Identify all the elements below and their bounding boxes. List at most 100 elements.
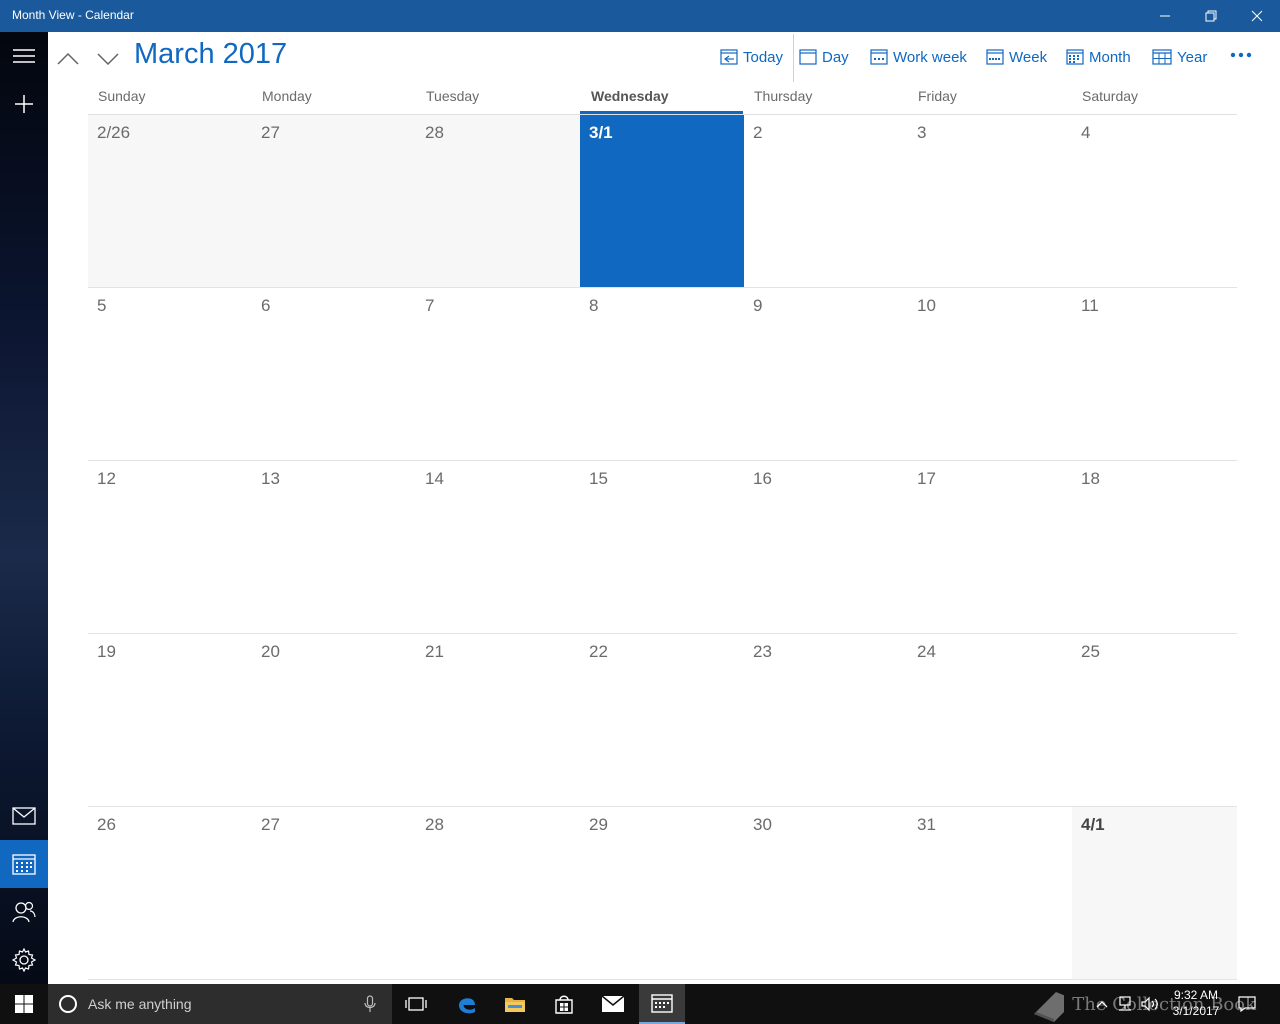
show-hidden-icons-button[interactable] [1092, 984, 1112, 1024]
people-button[interactable] [0, 888, 48, 936]
day-cell[interactable]: 30 [744, 807, 908, 979]
day-cell[interactable]: 9 [744, 288, 908, 460]
day-cell[interactable]: 5 [88, 288, 252, 460]
day-cell[interactable]: 28 [416, 115, 580, 287]
day-cell[interactable]: 2 [744, 115, 908, 287]
day-cell[interactable]: 22 [580, 634, 744, 806]
day-number: 30 [753, 815, 772, 834]
day-number: 21 [425, 642, 444, 661]
day-cell[interactable]: 4/1 [1072, 807, 1237, 979]
year-view-label: Year [1177, 48, 1208, 66]
hamburger-menu-button[interactable] [0, 32, 48, 80]
day-cell[interactable]: 27 [252, 807, 416, 979]
day-cell[interactable]: 31 [908, 807, 1072, 979]
day-cell-today[interactable]: 3/1 [580, 115, 744, 287]
day-cell[interactable]: 8 [580, 288, 744, 460]
day-view-button[interactable]: Day [799, 44, 849, 70]
year-view-button[interactable]: Year [1152, 44, 1207, 70]
day-cell[interactable]: 6 [252, 288, 416, 460]
minimize-button[interactable] [1142, 0, 1188, 32]
network-button[interactable] [1114, 984, 1136, 1024]
work-week-label: Work week [893, 48, 967, 66]
volume-button[interactable] [1138, 984, 1162, 1024]
start-button[interactable] [0, 984, 48, 1024]
new-event-button[interactable] [0, 80, 48, 128]
day-view-label: Day [822, 48, 849, 66]
month-title[interactable]: March 2017 [134, 38, 287, 71]
file-explorer-button[interactable] [492, 984, 538, 1024]
calendar-app-button[interactable] [639, 984, 685, 1024]
more-options-button[interactable] [1228, 44, 1254, 66]
day-cell[interactable]: 27 [252, 115, 416, 287]
day-cell[interactable]: 2/26 [88, 115, 252, 287]
calendar-button[interactable] [0, 840, 48, 888]
week-view-button[interactable]: Week [986, 44, 1047, 70]
month-view-icon [1066, 49, 1084, 65]
day-number: 3 [917, 123, 927, 142]
notification-icon [1238, 996, 1256, 1012]
minimize-icon [1160, 15, 1170, 17]
hamburger-icon [13, 49, 35, 63]
day-cell[interactable]: 15 [580, 461, 744, 633]
today-button[interactable]: Today [720, 44, 783, 70]
calendar-app-icon [651, 994, 673, 1013]
store-button[interactable] [541, 984, 587, 1024]
mail-app-button[interactable] [590, 984, 636, 1024]
day-cell[interactable]: 16 [744, 461, 908, 633]
day-cell[interactable]: 3 [908, 115, 1072, 287]
cortana-search-box[interactable]: Ask me anything [48, 984, 392, 1024]
chevron-up-icon [1096, 1001, 1108, 1008]
day-cell[interactable]: 19 [88, 634, 252, 806]
settings-button[interactable] [0, 936, 48, 984]
day-cell[interactable]: 7 [416, 288, 580, 460]
day-cell[interactable]: 17 [908, 461, 1072, 633]
day-cell[interactable]: 12 [88, 461, 252, 633]
task-view-button[interactable] [393, 984, 439, 1024]
taskbar-clock[interactable]: 9:32 AM 3/1/2017 [1166, 987, 1226, 1019]
day-view-icon [799, 49, 817, 65]
work-week-view-button[interactable]: Work week [870, 44, 967, 70]
next-month-button[interactable] [93, 44, 123, 74]
day-number: 26 [97, 815, 116, 834]
day-number: 17 [917, 469, 936, 488]
day-cell[interactable]: 4 [1072, 115, 1237, 287]
mail-button[interactable] [0, 792, 48, 840]
month-view-button[interactable]: Month [1066, 44, 1131, 70]
clock-date: 3/1/2017 [1172, 1004, 1220, 1018]
today-icon [720, 49, 738, 65]
today-label: Today [743, 48, 784, 66]
clock-time: 9:32 AM [1173, 988, 1219, 1002]
weekday-header-sunday: Sunday [98, 88, 146, 104]
day-number: 18 [1081, 469, 1100, 488]
close-button[interactable] [1234, 0, 1280, 32]
navigation-rail [0, 32, 48, 984]
day-cell[interactable]: 29 [580, 807, 744, 979]
day-cell[interactable]: 20 [252, 634, 416, 806]
day-number: 7 [425, 296, 435, 315]
cortana-icon [59, 995, 77, 1013]
restore-button[interactable] [1188, 0, 1234, 32]
weekday-header-monday: Monday [262, 88, 312, 104]
day-number: 19 [97, 642, 116, 661]
previous-month-button[interactable] [53, 44, 83, 74]
day-cell[interactable]: 10 [908, 288, 1072, 460]
day-number: 12 [97, 469, 116, 488]
title-bar: Month View - Calendar [0, 0, 1280, 32]
chevron-up-icon [57, 53, 79, 65]
day-cell[interactable]: 14 [416, 461, 580, 633]
day-cell[interactable]: 13 [252, 461, 416, 633]
edge-browser-button[interactable] [444, 984, 490, 1024]
day-number: 13 [261, 469, 280, 488]
day-number: 24 [917, 642, 936, 661]
day-cell[interactable]: 24 [908, 634, 1072, 806]
day-cell[interactable]: 11 [1072, 288, 1237, 460]
day-cell[interactable]: 25 [1072, 634, 1237, 806]
day-cell[interactable]: 23 [744, 634, 908, 806]
week-view-label: Week [1009, 48, 1048, 66]
day-cell[interactable]: 28 [416, 807, 580, 979]
day-cell[interactable]: 18 [1072, 461, 1237, 633]
action-center-button[interactable] [1234, 984, 1260, 1024]
day-number: 22 [589, 642, 608, 661]
day-cell[interactable]: 21 [416, 634, 580, 806]
day-cell[interactable]: 26 [88, 807, 252, 979]
